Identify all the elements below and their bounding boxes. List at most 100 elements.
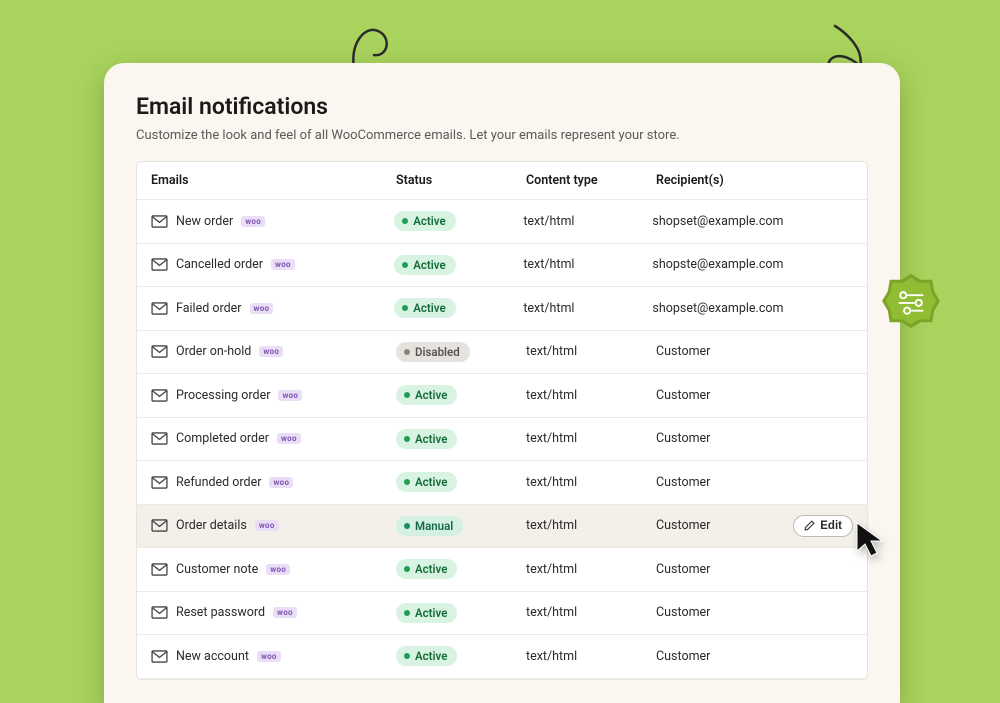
- cell-status: Active: [396, 603, 526, 623]
- cell-content-type: text/html: [523, 257, 652, 272]
- cell-email-name: Refunded order woo: [151, 475, 396, 490]
- cell-email-name: Order detailswoo: [151, 518, 396, 533]
- email-name-text: Refunded order: [176, 475, 261, 490]
- cell-status: Active: [396, 646, 526, 666]
- cell-recipient: Customer: [656, 344, 783, 359]
- cell-email-name: Reset passwordwoo: [151, 605, 396, 620]
- woo-badge: woo: [241, 216, 265, 227]
- edit-label: Edit: [820, 520, 842, 532]
- email-name-text: Order details: [176, 518, 247, 533]
- page-subtitle: Customize the look and feel of all WooCo…: [136, 128, 868, 143]
- table-row[interactable]: Order detailswooManualtext/htmlCustomerE…: [137, 505, 867, 549]
- status-dot: [404, 523, 410, 529]
- status-text: Active: [415, 649, 447, 663]
- cell-recipient: shopste@example.com: [652, 257, 783, 272]
- status-pill: Active: [394, 298, 455, 318]
- status-text: Active: [415, 475, 447, 489]
- cell-recipient: Customer: [656, 649, 783, 664]
- cell-email-name: Customer note woo: [151, 562, 396, 577]
- status-dot: [404, 479, 410, 485]
- cell-content-type: text/html: [526, 518, 656, 533]
- status-pill: Manual: [396, 516, 463, 536]
- table-row[interactable]: Reset passwordwooActivetext/htmlCustomer: [137, 592, 867, 636]
- table-row[interactable]: Order on-holdwooDisabledtext/htmlCustome…: [137, 331, 867, 375]
- email-name-text: Processing order: [176, 388, 270, 403]
- email-name-text: New account: [176, 649, 249, 664]
- status-dot: [404, 392, 410, 398]
- header-content-type: Content type: [526, 173, 656, 188]
- cell-content-type: text/html: [526, 649, 656, 664]
- table-row[interactable]: Failed orderwooActivetext/htmlshopset@ex…: [137, 287, 867, 331]
- mail-icon: [151, 650, 168, 663]
- mail-icon: [151, 519, 168, 532]
- status-pill: Active: [394, 255, 455, 275]
- status-dot: [404, 653, 410, 659]
- table-row[interactable]: Completed orderwooActivetext/htmlCustome…: [137, 418, 867, 462]
- mail-icon: [151, 563, 168, 576]
- status-text: Active: [415, 388, 447, 402]
- woo-badge: woo: [269, 477, 293, 488]
- email-name-text: Order on-hold: [176, 344, 251, 359]
- status-text: Active: [415, 606, 447, 620]
- table-row[interactable]: Customer notewooActivetext/htmlCustomer: [137, 548, 867, 592]
- mail-icon: [151, 215, 168, 228]
- mail-icon: [151, 606, 168, 619]
- email-name-text: Reset password: [176, 605, 265, 620]
- pencil-icon: [804, 520, 815, 531]
- email-name-text: Cancelled order: [176, 257, 263, 272]
- cell-status: Disabled: [396, 342, 526, 362]
- cell-content-type: text/html: [526, 388, 656, 403]
- edit-button[interactable]: Edit: [793, 515, 853, 537]
- cell-recipient: Customer: [656, 605, 783, 620]
- cell-status: Active: [394, 298, 523, 318]
- status-pill: Active: [396, 559, 457, 579]
- status-pill: Active: [396, 472, 457, 492]
- cell-email-name: Completed orderwoo: [151, 431, 396, 446]
- table-row[interactable]: Refunded orderwooActivetext/htmlCustomer: [137, 461, 867, 505]
- cell-status: Active: [394, 211, 523, 231]
- cell-recipient: Customer: [656, 475, 783, 490]
- header-status: Status: [396, 173, 526, 188]
- status-dot: [404, 349, 410, 355]
- cell-status: Active: [396, 472, 526, 492]
- mail-icon: [151, 302, 168, 315]
- woo-badge: woo: [271, 259, 295, 270]
- woo-badge: woo: [277, 433, 301, 444]
- cell-email-name: Cancelled order woo: [151, 257, 394, 272]
- mail-icon: [151, 389, 168, 402]
- status-dot: [402, 305, 408, 311]
- status-text: Manual: [415, 519, 453, 533]
- status-pill: Active: [396, 603, 457, 623]
- cell-status: Manual: [396, 516, 526, 536]
- status-text: Disabled: [415, 345, 460, 359]
- cell-recipient: shopset@example.com: [652, 301, 783, 316]
- status-text: Active: [415, 432, 447, 446]
- cell-content-type: text/html: [526, 562, 656, 577]
- status-pill: Active: [396, 646, 457, 666]
- woo-badge: woo: [257, 651, 281, 662]
- email-name-text: New order: [176, 214, 233, 229]
- table-row[interactable]: Cancelled order woo Active text/htmlshopste…: [137, 244, 867, 288]
- status-dot: [402, 218, 408, 224]
- table-header-row: Emails Status Content type Recipient(s): [137, 162, 867, 200]
- settings-gear-badge: [882, 272, 940, 330]
- status-text: Active: [415, 562, 447, 576]
- status-text: Active: [413, 301, 445, 315]
- email-name-text: Customer note: [176, 562, 258, 577]
- status-pill: Active: [394, 211, 455, 231]
- mail-icon: [151, 345, 168, 358]
- status-text: Active: [413, 258, 445, 272]
- table-row[interactable]: New account woo Active text/htmlCustomer: [137, 635, 867, 679]
- woo-badge: woo: [259, 346, 283, 357]
- table-row[interactable]: New orderwooActivetext/htmlshopset@examp…: [137, 200, 867, 244]
- woo-badge: woo: [250, 303, 274, 314]
- cell-actions: Edit: [783, 515, 853, 537]
- table-row[interactable]: Processing orderwooActivetext/htmlCustom…: [137, 374, 867, 418]
- status-dot: [404, 566, 410, 572]
- status-pill: Disabled: [396, 342, 470, 362]
- cell-email-name: New account woo: [151, 649, 396, 664]
- mail-icon: [151, 258, 168, 271]
- status-pill: Active: [396, 429, 457, 449]
- cell-status: Active: [396, 559, 526, 579]
- woo-badge: woo: [266, 564, 290, 575]
